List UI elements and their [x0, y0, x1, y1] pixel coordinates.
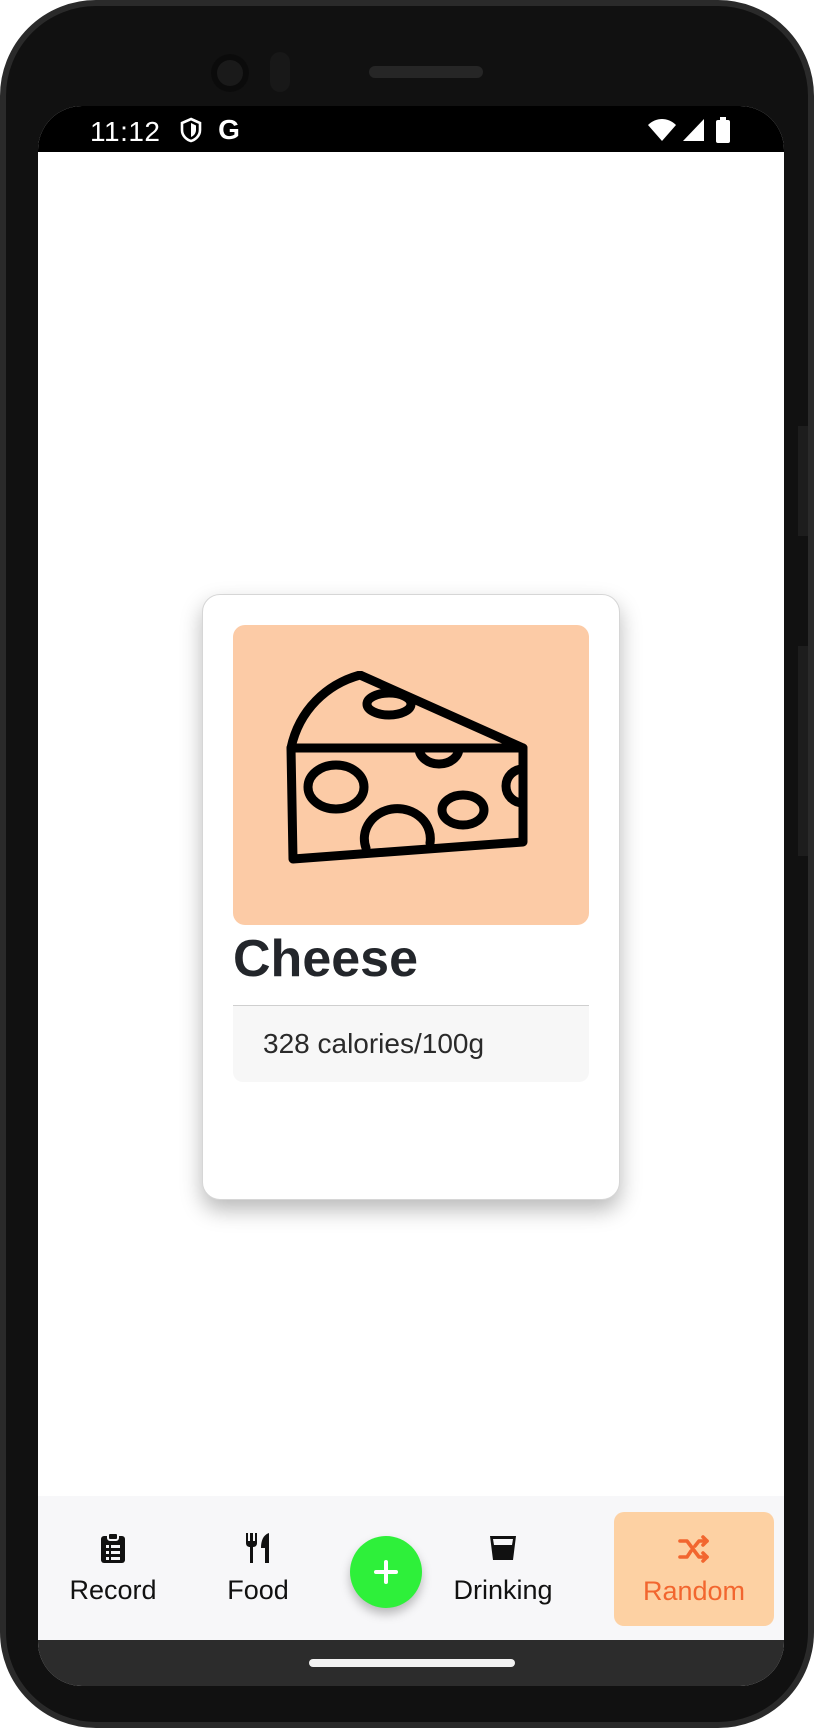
signal-icon [680, 116, 706, 144]
nav-label-drinking: Drinking [453, 1574, 553, 1605]
nav-label-random: Random [642, 1575, 746, 1606]
food-image [233, 625, 589, 925]
cup-icon [488, 1531, 518, 1565]
nav-label-record: Record [69, 1574, 157, 1605]
nav-item-drinking[interactable]: Drinking [438, 1496, 568, 1640]
cheese-icon [286, 671, 528, 864]
fork-knife-icon [243, 1531, 273, 1565]
wifi-icon [646, 116, 678, 144]
shield-icon [178, 116, 204, 144]
food-card[interactable]: Cheese 328 calories/100g [202, 594, 620, 1200]
side-button [798, 646, 808, 856]
status-bar: 11:12 G [38, 106, 784, 152]
side-button [798, 426, 808, 536]
add-button[interactable] [350, 1536, 422, 1608]
screen: 11:12 G Cheese 328 calories/100g Record … [38, 106, 784, 1686]
nav-item-record[interactable]: Record [38, 1496, 188, 1640]
calories-info: 328 calories/100g [233, 1006, 589, 1082]
status-time: 11:12 [90, 116, 161, 147]
gesture-navigation-bar [38, 1640, 784, 1686]
plus-icon [374, 1560, 398, 1584]
phone-frame: 11:12 G Cheese 328 calories/100g Record … [0, 0, 814, 1728]
clipboard-list-icon [100, 1531, 126, 1565]
shuffle-icon [678, 1532, 710, 1566]
front-camera [211, 54, 249, 92]
bottom-navigation: Record Food Drinking Random [38, 1496, 784, 1640]
earpiece-speaker [369, 66, 483, 78]
nav-label-food: Food [227, 1574, 289, 1605]
proximity-sensor [270, 52, 290, 92]
google-g-icon: G [218, 114, 240, 145]
home-gesture-handle[interactable] [309, 1659, 515, 1667]
battery-icon [714, 116, 732, 144]
food-title: Cheese [233, 930, 418, 988]
nav-item-random[interactable]: Random [614, 1512, 774, 1626]
nav-item-food[interactable]: Food [198, 1496, 318, 1640]
